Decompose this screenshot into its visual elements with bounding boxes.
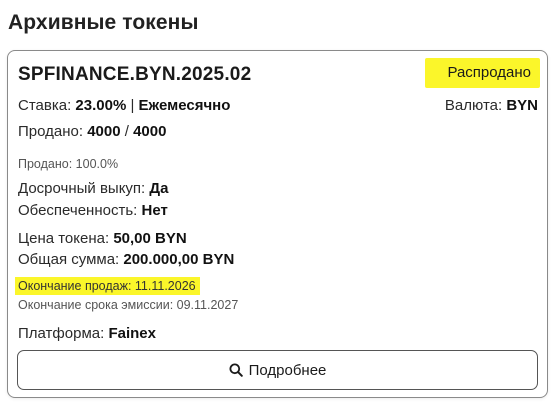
collateral-row: Обеспеченность: Нет xyxy=(18,202,168,219)
sold-percent: Продано: 100.0% xyxy=(18,157,119,171)
token-card: SPFINANCE.BYN.2025.02 Распродано Ставка:… xyxy=(7,50,548,398)
rate-separator: | xyxy=(130,97,135,114)
sold-separator: / xyxy=(124,123,129,140)
currency-row: Валюта: BYN xyxy=(445,97,538,114)
total-value: 4000 xyxy=(133,123,167,140)
total-amount-value: 200.000,00 BYN xyxy=(123,251,235,268)
rate-row: Ставка: 23.00% | Ежемесячно xyxy=(18,97,230,114)
early-redemption-label: Досрочный выкуп: xyxy=(18,180,146,197)
sold-label: Продано: xyxy=(18,123,84,140)
collateral-label: Обеспеченность: xyxy=(18,202,138,219)
token-price-value: 50,00 BYN xyxy=(113,230,187,247)
token-price-row: Цена токена: 50,00 BYN xyxy=(18,230,187,247)
currency-label: Валюта: xyxy=(444,97,503,114)
token-price-label: Цена токена: xyxy=(18,230,110,247)
collateral-value: Нет xyxy=(141,202,168,219)
section-title: Архивные токены xyxy=(8,11,199,34)
total-amount-label: Общая сумма: xyxy=(18,251,120,268)
early-redemption-row: Досрочный выкуп: Да xyxy=(18,180,168,197)
sales-end-text: Окончание продаж: 11.11.2026 xyxy=(15,277,200,295)
emission-end-text: Окончание срока эмиссии: 09.11.2027 xyxy=(18,298,239,312)
status-badge: Распродано xyxy=(425,58,540,88)
details-button[interactable]: Подробнее xyxy=(17,350,538,390)
platform-label: Платформа: xyxy=(18,325,105,342)
rate-value: 23.00% xyxy=(75,97,127,114)
total-amount-row: Общая сумма: 200.000,00 BYN xyxy=(18,251,234,268)
search-icon xyxy=(229,363,243,377)
platform-value: Fainex xyxy=(108,325,156,342)
platform-row: Платформа: Fainex xyxy=(18,325,156,342)
sold-row: Продано: 4000 / 4000 xyxy=(18,123,166,140)
currency-value: BYN xyxy=(506,97,538,114)
details-button-label: Подробнее xyxy=(248,361,327,379)
rate-label: Ставка: xyxy=(18,97,72,114)
sold-value: 4000 xyxy=(87,123,121,140)
token-name[interactable]: SPFINANCE.BYN.2025.02 xyxy=(18,64,251,86)
sales-end-row: Окончание продаж: 11.11.2026 xyxy=(15,277,200,295)
payment-frequency: Ежемесячно xyxy=(138,97,231,114)
early-redemption-value: Да xyxy=(149,180,169,197)
